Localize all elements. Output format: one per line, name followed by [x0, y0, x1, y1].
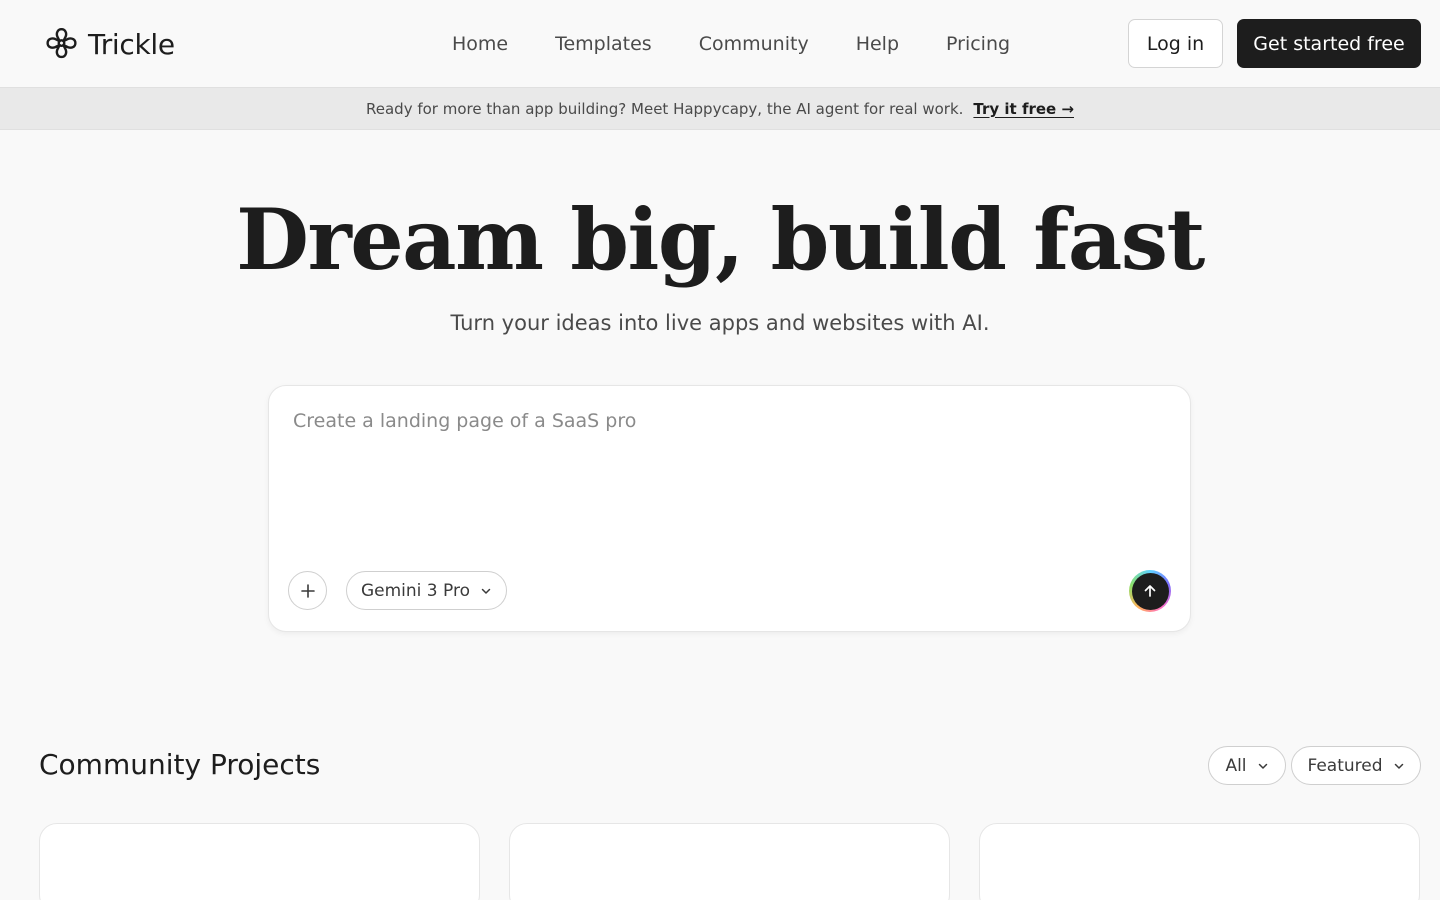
- banner-text: Ready for more than app building? Meet H…: [366, 99, 964, 118]
- send-button-inner: [1131, 572, 1169, 610]
- announcement-banner: Ready for more than app building? Meet H…: [0, 87, 1440, 130]
- filter-featured-dropdown[interactable]: Featured: [1291, 746, 1421, 785]
- login-button[interactable]: Log in: [1128, 19, 1223, 68]
- nav-home[interactable]: Home: [452, 33, 508, 55]
- filter-all-dropdown[interactable]: All: [1208, 746, 1286, 785]
- chevron-down-icon: [1394, 763, 1403, 769]
- trickle-logo-icon: [46, 27, 77, 59]
- filter-all-label: All: [1225, 755, 1247, 776]
- model-selector-label: Gemini 3 Pro: [360, 580, 470, 601]
- nav-help[interactable]: Help: [856, 33, 899, 55]
- filter-featured-label: Featured: [1307, 755, 1383, 776]
- project-card[interactable]: [39, 823, 480, 900]
- main-nav: Home Templates Community Help Pricing: [452, 30, 1010, 58]
- brand-logo[interactable]: Trickle: [43, 24, 175, 64]
- arrow-up-icon: [1144, 585, 1156, 597]
- nav-templates[interactable]: Templates: [555, 33, 652, 55]
- add-attachment-button[interactable]: [288, 571, 327, 610]
- project-card[interactable]: [979, 823, 1420, 900]
- prompt-input[interactable]: [293, 410, 1163, 550]
- send-button[interactable]: [1129, 570, 1171, 612]
- prompt-card: Gemini 3 Pro: [268, 385, 1191, 632]
- get-started-button[interactable]: Get started free: [1237, 19, 1421, 68]
- banner-try-link[interactable]: Try it free →: [973, 100, 1074, 118]
- nav-community[interactable]: Community: [699, 33, 809, 55]
- hero-subtitle: Turn your ideas into live apps and websi…: [450, 311, 990, 335]
- community-projects-title: Community Projects: [39, 748, 321, 781]
- project-card[interactable]: [509, 823, 950, 900]
- brand-name: Trickle: [88, 27, 175, 61]
- chevron-down-icon: [1258, 763, 1267, 769]
- model-selector[interactable]: Gemini 3 Pro: [346, 571, 507, 610]
- nav-pricing[interactable]: Pricing: [946, 33, 1010, 55]
- chevron-down-icon: [481, 588, 491, 594]
- plus-icon: [300, 583, 315, 598]
- site-header: Trickle Home Templates Community Help Pr…: [0, 0, 1440, 87]
- hero-title: Dream big, build fast: [236, 190, 1205, 289]
